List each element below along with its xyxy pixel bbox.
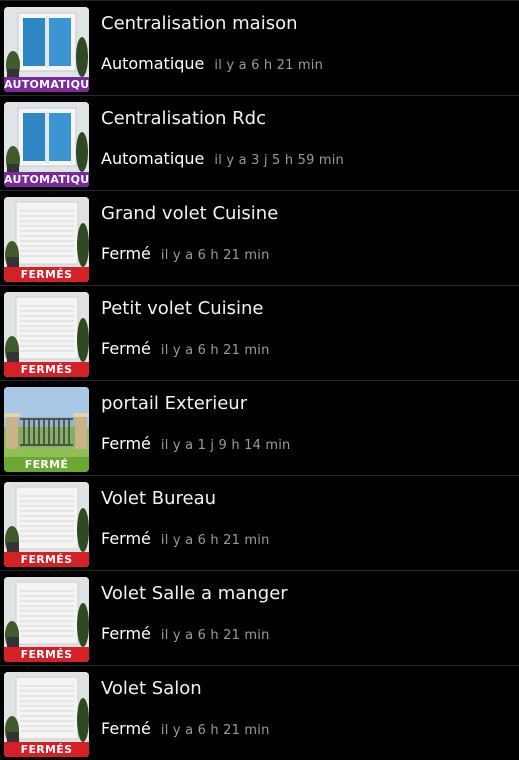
status-badge: FERMÉS	[4, 362, 89, 377]
timestamp: il y a 6 h 21 min	[160, 248, 270, 263]
timestamp: il y a 6 h 21 min	[160, 628, 270, 643]
device-title: Petit volet Cuisine	[101, 298, 264, 319]
list-item[interactable]: FERMÉS Volet Salon Fermé il y a 6 h 21 mi…	[0, 665, 519, 760]
list-item[interactable]: AUTOMATIQUE Centralisation maison Automa…	[0, 0, 519, 95]
device-status: Fermé il y a 1 j 9 h 14 min	[101, 434, 291, 453]
timestamp: il y a 3 j 5 h 59 min	[214, 153, 344, 168]
list-item[interactable]: FERMÉS Volet Bureau Fermé il y a 6 h 21 m…	[0, 475, 519, 570]
list-item[interactable]: FERMÉ portail Exterieur Fermé il y a 1 j …	[0, 380, 519, 475]
status-badge: AUTOMATIQUE	[4, 77, 89, 92]
device-status: Automatique il y a 6 h 21 min	[101, 54, 323, 73]
device-status: Fermé il y a 6 h 21 min	[101, 719, 270, 738]
timestamp: il y a 6 h 21 min	[160, 533, 270, 548]
device-title: Centralisation Rdc	[101, 108, 266, 129]
device-title: Volet Bureau	[101, 488, 217, 509]
device-title: Volet Salon	[101, 678, 202, 699]
list-item[interactable]: FERMÉS Volet Salle a manger Fermé il y a …	[0, 570, 519, 665]
gate-icon: FERMÉ	[4, 387, 89, 472]
timestamp: il y a 6 h 21 min	[160, 343, 270, 358]
list-item[interactable]: FERMÉS Petit volet Cuisine Fermé il y a 6…	[0, 285, 519, 380]
timestamp: il y a 6 h 21 min	[160, 723, 270, 738]
status-badge: FERMÉ	[4, 457, 89, 472]
device-title: Volet Salle a manger	[101, 583, 288, 604]
status-text: Automatique	[101, 149, 205, 168]
status-badge: FERMÉS	[4, 552, 89, 567]
device-title: portail Exterieur	[101, 393, 248, 414]
shutter-icon: FERMÉS	[4, 197, 89, 282]
status-text: Fermé	[101, 529, 151, 548]
status-text: Fermé	[101, 339, 151, 358]
status-badge: FERMÉS	[4, 647, 89, 662]
window-icon: AUTOMATIQUE	[4, 102, 89, 187]
device-title: Grand volet Cuisine	[101, 203, 279, 224]
device-status: Fermé il y a 6 h 21 min	[101, 339, 270, 358]
status-badge: AUTOMATIQUE	[4, 172, 89, 187]
shutter-icon: FERMÉS	[4, 672, 89, 757]
shutter-icon: FERMÉS	[4, 577, 89, 662]
status-text: Fermé	[101, 624, 151, 643]
device-list: AUTOMATIQUE Centralisation maison Automa…	[0, 0, 519, 760]
device-status: Automatique il y a 3 j 5 h 59 min	[101, 149, 344, 168]
timestamp: il y a 1 j 9 h 14 min	[160, 438, 291, 453]
status-text: Fermé	[101, 434, 151, 453]
status-badge: FERMÉS	[4, 742, 89, 757]
list-item[interactable]: FERMÉS Grand volet Cuisine Fermé il y a 6…	[0, 190, 519, 285]
status-text: Fermé	[101, 719, 151, 738]
status-text: Fermé	[101, 244, 151, 263]
shutter-icon: FERMÉS	[4, 482, 89, 567]
window-icon: AUTOMATIQUE	[4, 7, 89, 92]
list-item[interactable]: AUTOMATIQUE Centralisation Rdc Automatiq…	[0, 95, 519, 190]
timestamp: il y a 6 h 21 min	[214, 58, 324, 73]
status-badge: FERMÉS	[4, 267, 89, 282]
device-status: Fermé il y a 6 h 21 min	[101, 244, 270, 263]
device-status: Fermé il y a 6 h 21 min	[101, 529, 270, 548]
shutter-icon: FERMÉS	[4, 292, 89, 377]
status-text: Automatique	[101, 54, 205, 73]
device-title: Centralisation maison	[101, 13, 298, 34]
device-status: Fermé il y a 6 h 21 min	[101, 624, 270, 643]
